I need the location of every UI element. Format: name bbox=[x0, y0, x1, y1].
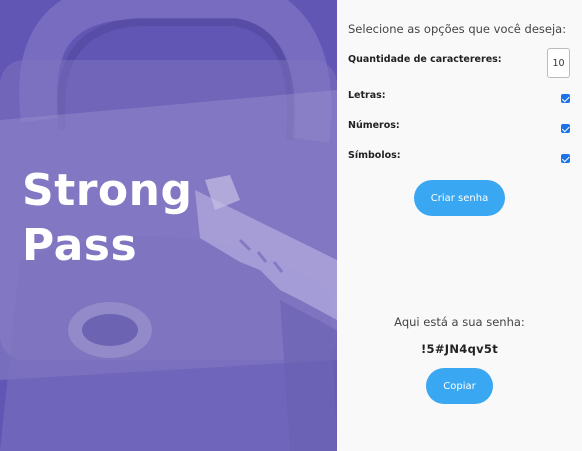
generated-password: !5#JN4qv5t bbox=[420, 342, 498, 356]
brand-title-line1: Strong bbox=[22, 165, 193, 216]
numbers-label: Números: bbox=[348, 120, 400, 131]
brand-title-line2: Pass bbox=[22, 220, 138, 271]
hero-panel: Strong Pass bbox=[0, 0, 337, 451]
result-label: Aqui está a sua senha: bbox=[394, 315, 525, 329]
brand-title: Strong Pass bbox=[22, 163, 192, 273]
options-panel: Selecione as opções que você deseja: Qua… bbox=[337, 0, 582, 451]
letters-checkbox[interactable] bbox=[561, 94, 570, 103]
symbols-checkbox[interactable] bbox=[561, 154, 570, 163]
options-intro: Selecione as opções que você deseja: bbox=[348, 22, 567, 36]
letters-label: Letras: bbox=[348, 90, 386, 101]
create-password-button[interactable]: Criar senha bbox=[414, 180, 505, 216]
numbers-checkbox[interactable] bbox=[561, 124, 570, 133]
copy-button[interactable]: Copiar bbox=[426, 368, 493, 404]
quantity-label: Quantidade de caractereres: bbox=[348, 54, 502, 65]
quantity-input[interactable] bbox=[547, 48, 570, 78]
symbols-label: Símbolos: bbox=[348, 150, 401, 161]
